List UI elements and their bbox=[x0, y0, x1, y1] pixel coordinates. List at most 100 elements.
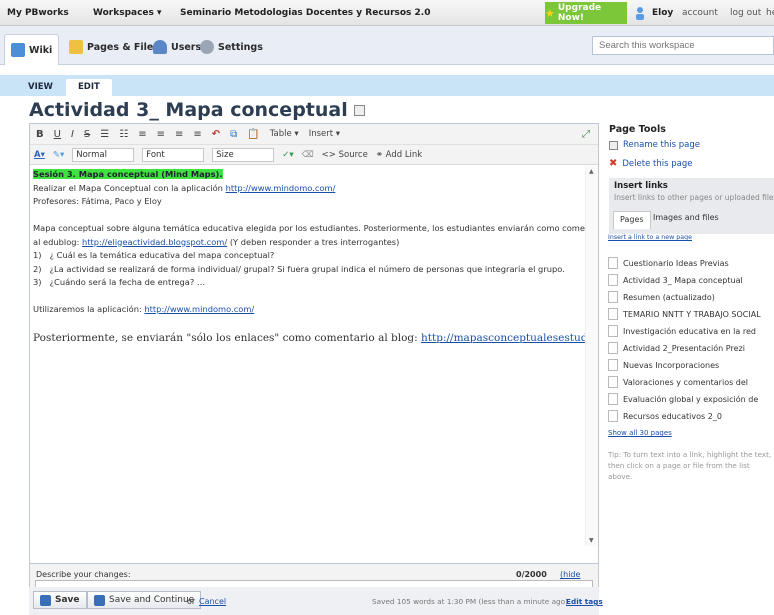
edit-tags-link[interactable]: Edit tags bbox=[566, 597, 603, 606]
page-list-item[interactable]: Actividad 2_Presentación Prezi bbox=[608, 342, 745, 354]
help-link[interactable]: he bbox=[766, 8, 774, 18]
content-paragraph: Mapa conceptual sobre alguna temática ed… bbox=[33, 223, 585, 233]
save-label: Save bbox=[55, 595, 80, 605]
list-item: 2) ¿La actividad se realizará de forma i… bbox=[33, 263, 565, 274]
gear-icon bbox=[200, 40, 214, 54]
show-all-pages-link[interactable]: Show all 30 pages bbox=[608, 429, 672, 437]
char-counter: 0/2000 bbox=[516, 570, 547, 579]
align-center-icon[interactable]: ≡ bbox=[157, 129, 165, 140]
insert-menu[interactable]: Insert ▾ bbox=[309, 129, 340, 139]
user-name[interactable]: Eloy bbox=[652, 8, 673, 18]
logout-link[interactable]: log out bbox=[730, 8, 761, 18]
cancel-link[interactable]: Cancel bbox=[199, 597, 226, 606]
editor-content[interactable]: Sesión 3. Mapa conceptual (Mind Maps). R… bbox=[30, 166, 585, 546]
page-icon bbox=[608, 325, 618, 337]
scroll-down-icon[interactable]: ▼ bbox=[589, 537, 594, 544]
save-status: Saved 105 words at 1:30 PM (less than a … bbox=[372, 597, 568, 606]
or-text: or bbox=[187, 597, 196, 606]
save-continue-label: Save and Continue bbox=[109, 595, 195, 605]
add-link-button[interactable]: ⚭ Add Link bbox=[376, 150, 422, 160]
account-link[interactable]: account bbox=[682, 8, 718, 18]
rich-text-editor: B U I S ☰ ☷ ≡ ≡ ≡ ≡ ↶ ⧉ 📋 Table ▾ Insert… bbox=[29, 123, 599, 564]
tab-settings[interactable]: Settings bbox=[194, 34, 269, 60]
my-pbworks-link[interactable]: My PBworks bbox=[7, 8, 69, 18]
workspaces-menu[interactable]: Workspaces ▾ bbox=[93, 8, 162, 18]
paste-icon[interactable]: 📋 bbox=[247, 129, 259, 140]
font-select[interactable]: Font bbox=[142, 147, 205, 162]
page-list-item[interactable]: Resumen (actualizado) bbox=[608, 291, 715, 303]
clear-format-icon[interactable]: ⌫ bbox=[302, 150, 314, 160]
tab-wiki[interactable]: Wiki bbox=[4, 34, 60, 65]
edublog-link[interactable]: http://eligeactividad.blogspot.com/ bbox=[82, 237, 227, 247]
source-button[interactable]: <> Source bbox=[322, 150, 368, 160]
page-icon bbox=[608, 342, 618, 354]
content-paragraph: Utilizaremos la aplicación: http://www.m… bbox=[33, 304, 255, 314]
insert-links-panel: Insert links Insert links to other pages… bbox=[609, 178, 774, 234]
save-bar: Save Save and Continue or Cancel Saved 1… bbox=[29, 587, 603, 615]
page-list-item[interactable]: Investigación educativa en la red bbox=[608, 325, 756, 337]
search-input[interactable] bbox=[592, 36, 774, 55]
source-label: Source bbox=[338, 149, 368, 160]
new-page-link[interactable]: Insert a link to a new page bbox=[608, 234, 692, 241]
save-continue-button[interactable]: Save and Continue bbox=[87, 591, 202, 609]
rename-page-link[interactable]: Rename this page bbox=[609, 140, 700, 150]
table-menu[interactable]: Table ▾ bbox=[270, 129, 299, 139]
mindomo-link[interactable]: http://www.mindomo.com/ bbox=[226, 183, 336, 193]
strikethrough-icon[interactable]: S bbox=[84, 129, 90, 140]
size-select[interactable]: Size bbox=[212, 147, 275, 162]
scroll-up-icon[interactable]: ▲ bbox=[589, 168, 594, 175]
numbered-list-icon[interactable]: ☷ bbox=[119, 129, 128, 140]
floppy-icon bbox=[40, 594, 51, 606]
page-list-item[interactable]: TEMARIO NNTT Y TRABAJO SOCIAL bbox=[608, 308, 761, 320]
tab-settings-label: Settings bbox=[218, 41, 263, 53]
page-list-item[interactable]: Cuestionario Ideas Previas bbox=[608, 257, 729, 269]
delete-page-label: Delete this page bbox=[622, 158, 693, 169]
page-list-item[interactable]: Recursos educativos 2_0 bbox=[608, 410, 722, 422]
page-list-label: Valoraciones y comentarios del bbox=[623, 377, 749, 387]
delete-page-link[interactable]: ✖ Delete this page bbox=[609, 158, 692, 169]
italic-icon[interactable]: I bbox=[71, 129, 74, 140]
page-icon bbox=[608, 291, 618, 303]
page-list-item[interactable]: Evaluación global y exposición de bbox=[608, 393, 758, 405]
text-color-icon[interactable]: A▾ bbox=[34, 150, 45, 160]
align-right-icon[interactable]: ≡ bbox=[175, 129, 183, 140]
star-icon: ★ bbox=[545, 6, 555, 20]
upgrade-button[interactable]: ★ Upgrade Now! bbox=[545, 2, 627, 24]
justify-icon[interactable]: ≡ bbox=[193, 129, 201, 140]
link-icon: ⚭ bbox=[375, 149, 383, 160]
page-list-label: Actividad 3_ Mapa conceptual bbox=[623, 275, 743, 285]
mindomo-link-2[interactable]: http://www.mindomo.com/ bbox=[144, 304, 254, 314]
wiki-icon bbox=[11, 43, 25, 57]
session-heading: Sesión 3. Mapa conceptual (Mind Maps). bbox=[33, 169, 223, 179]
underline-icon[interactable]: U bbox=[54, 129, 61, 140]
blog-link[interactable]: http://mapasconceptualesestudiantes.blog… bbox=[421, 332, 585, 344]
bold-icon[interactable]: B bbox=[36, 129, 44, 140]
tab-images-files[interactable]: Images and files bbox=[653, 213, 719, 222]
copy-icon[interactable]: ⧉ bbox=[230, 129, 237, 140]
editor-scrollbar[interactable]: ▲ ▼ bbox=[585, 166, 598, 546]
tab-view[interactable]: VIEW bbox=[20, 79, 61, 96]
style-select[interactable]: Normal bbox=[72, 147, 135, 162]
undo-icon[interactable]: ↶ bbox=[212, 129, 220, 140]
page-list-label: Evaluación global y exposición de bbox=[623, 394, 759, 404]
describe-label: Describe your changes: bbox=[36, 570, 131, 579]
tab-pages[interactable]: Pages bbox=[613, 211, 651, 229]
page-list-label: Cuestionario Ideas Previas bbox=[623, 258, 729, 268]
align-left-icon[interactable]: ≡ bbox=[138, 129, 146, 140]
page-icon bbox=[608, 393, 618, 405]
page-title-row: Actividad 3_ Mapa conceptual bbox=[29, 99, 365, 121]
maximize-icon[interactable]: ⤢ bbox=[582, 129, 590, 140]
page-list-item[interactable]: Nuevas Incorporaciones bbox=[608, 359, 719, 371]
bullet-list-icon[interactable]: ☰ bbox=[100, 129, 109, 140]
editor-toolbar-top: B U I S ☰ ☷ ≡ ≡ ≡ ≡ ↶ ⧉ 📋 Table ▾ Insert… bbox=[30, 124, 598, 145]
page-icon bbox=[608, 257, 618, 269]
save-button[interactable]: Save bbox=[33, 591, 87, 609]
spellcheck-icon[interactable]: ✓▾ bbox=[282, 150, 293, 160]
insert-links-desc: Insert links to other pages or uploaded … bbox=[614, 193, 774, 202]
highlight-color-icon[interactable]: ✎▾ bbox=[53, 150, 64, 160]
rename-icon[interactable] bbox=[353, 104, 365, 116]
page-list-item[interactable]: Valoraciones y comentarios del bbox=[608, 376, 748, 388]
page-list-item[interactable]: Actividad 3_ Mapa conceptual bbox=[608, 274, 743, 286]
workspace-name-link[interactable]: Seminario Metodologias Docentes y Recurs… bbox=[180, 8, 430, 18]
tab-edit[interactable]: EDIT bbox=[66, 79, 112, 96]
